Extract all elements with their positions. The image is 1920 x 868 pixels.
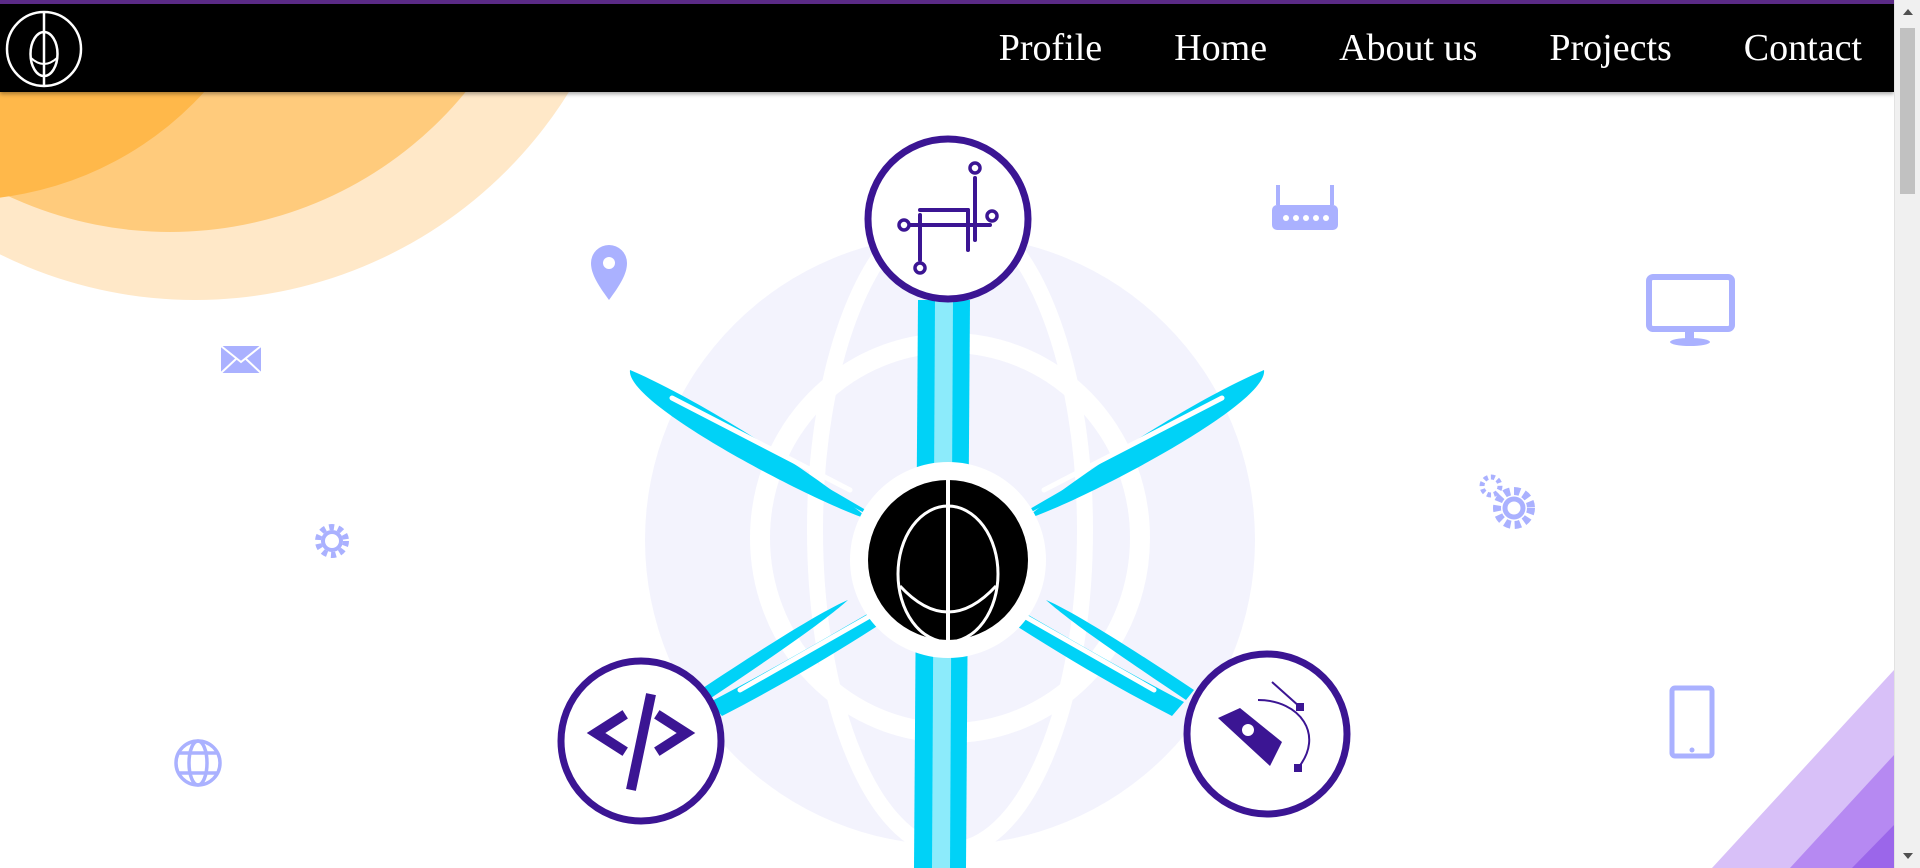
gears-icon: [1479, 474, 1535, 529]
top-accent-border: [0, 0, 1920, 4]
site-logo[interactable]: [5, 10, 83, 88]
mail-icon: [220, 345, 262, 374]
nav-link-profile[interactable]: Profile: [999, 26, 1102, 70]
logo-emblem-icon: [850, 462, 1046, 658]
nav-link-about-us[interactable]: About us: [1339, 26, 1477, 70]
code-icon[interactable]: [557, 657, 725, 825]
globe-icon: [174, 739, 222, 787]
pen-tool-icon[interactable]: [1183, 650, 1351, 818]
gear-icon: [315, 524, 349, 558]
vertical-scrollbar[interactable]: [1894, 0, 1920, 868]
navbar: Profile Home About us Projects Contact: [0, 4, 1894, 92]
scroll-up-icon[interactable]: [1895, 0, 1920, 24]
monitor-icon: [1646, 274, 1735, 346]
router-icon: [1272, 185, 1338, 230]
nav-link-projects[interactable]: Projects: [1549, 26, 1671, 70]
violet-corner-decoration: [1712, 670, 1894, 868]
hero-section: [0, 92, 1894, 868]
scroll-down-icon[interactable]: [1895, 844, 1920, 868]
nav-link-contact[interactable]: Contact: [1744, 26, 1862, 70]
tablet-icon: [1669, 685, 1715, 759]
hero-illustration: [0, 92, 1894, 868]
scrollbar-thumb[interactable]: [1900, 28, 1915, 194]
orange-arcs-decoration: [0, 92, 569, 300]
circuit-icon[interactable]: [864, 135, 1032, 303]
nav-menu: Profile Home About us Projects Contact: [927, 4, 1862, 92]
location-pin-icon: [591, 245, 627, 300]
nav-link-home[interactable]: Home: [1174, 26, 1267, 70]
